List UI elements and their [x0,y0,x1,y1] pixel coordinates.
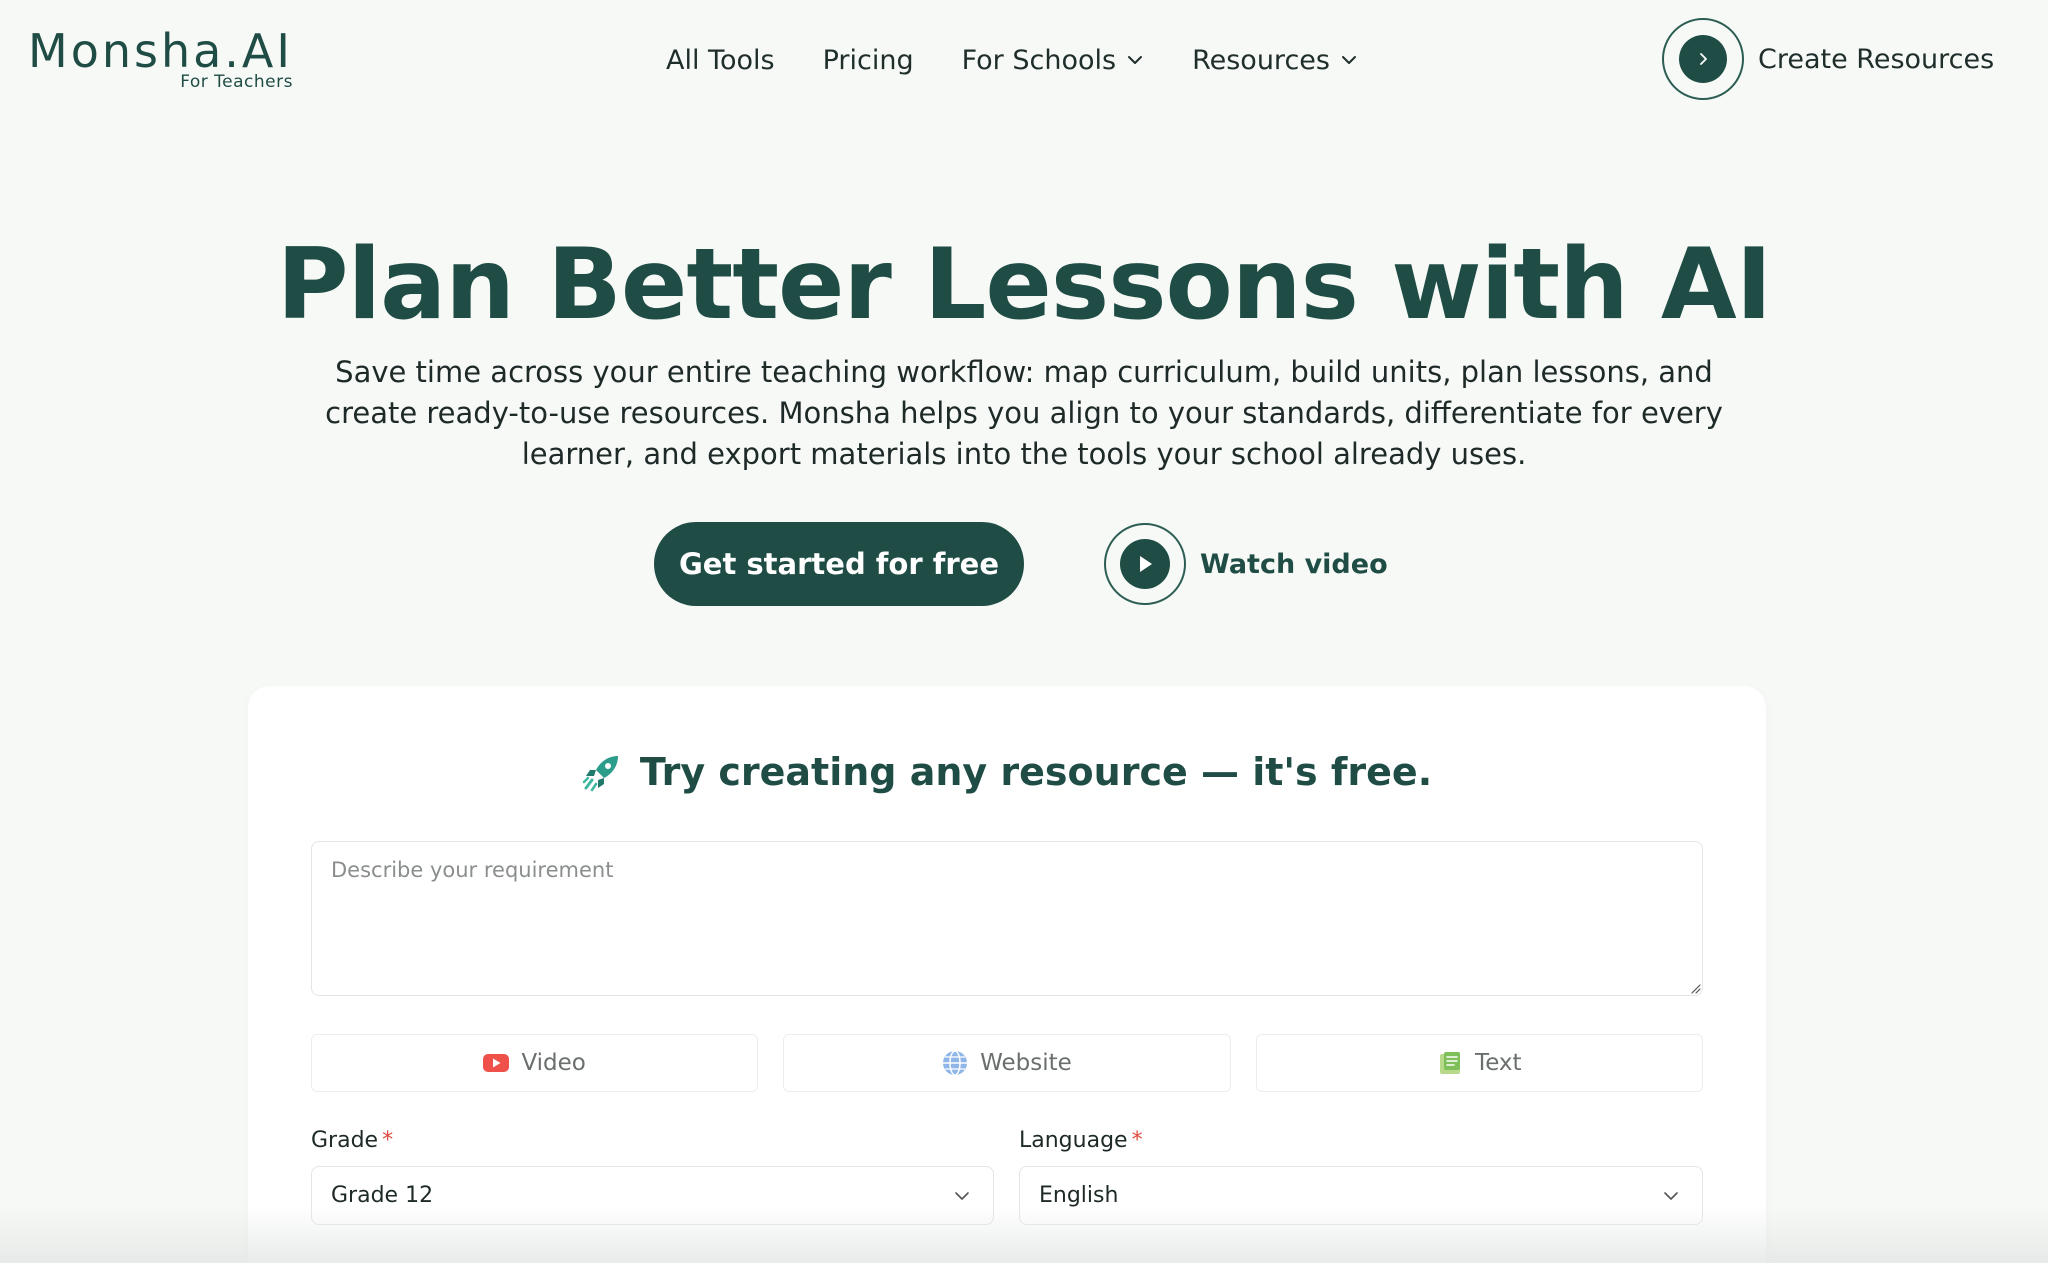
resize-handle-icon[interactable] [1689,982,1701,994]
watch-video-ring [1104,523,1186,605]
nav-item-pricing[interactable]: Pricing [823,45,914,76]
source-video-button[interactable]: Video [311,1034,759,1092]
resource-creator-card: Try creating any resource — it's free. V… [248,686,1766,1263]
chevron-right-icon [1700,53,1707,65]
logo-wordmark: Monsha.AI [28,24,293,78]
rocket-icon [582,756,618,792]
chevron-down-icon [1128,56,1143,64]
page-title: Plan Better Lessons with AI [276,228,1773,342]
create-resources-dot [1679,35,1727,83]
requirement-input[interactable] [311,841,1703,996]
create-resources-label: Create Resources [1758,43,1995,75]
main-nav: All Tools Pricing For Schools Resources [666,40,1406,80]
language-label: Language * [1019,1128,1143,1153]
hero-cta-row: Get started for free Watch video [654,522,1388,606]
watch-video-button[interactable]: Watch video [1104,523,1388,605]
nav-item-label: All Tools [666,44,775,76]
logo[interactable]: Monsha.AI For Teachers [28,24,293,92]
source-website-button[interactable]: Website [783,1034,1231,1092]
globe-icon [943,1050,968,1076]
create-resources-button[interactable]: Create Resources [1662,18,1994,100]
grade-label-text: Grade [311,1128,379,1153]
source-options: Video Website Text [311,1034,1703,1092]
source-text-label: Text [1475,1050,1522,1076]
nav-item-label: For Schools [961,44,1117,76]
nav-item-resources[interactable]: Resources [1192,45,1358,76]
get-started-button[interactable]: Get started for free [654,522,1024,606]
youtube-icon [483,1054,510,1072]
required-mark: * [1131,1128,1143,1153]
play-icon [1140,556,1152,572]
grade-select-value: Grade 12 [331,1183,434,1208]
language-label-text: Language [1019,1128,1128,1153]
grade-select[interactable]: Grade 12 [311,1166,994,1225]
create-resources-ring [1662,18,1744,100]
nav-item-label: Pricing [822,44,914,76]
card-title: Try creating any resource — it's free. [639,750,1433,794]
source-video-label: Video [521,1050,586,1076]
card-header: Try creating any resource — it's free. [248,742,1766,802]
hero-subtitle: Save time across your entire teaching wo… [325,355,1723,471]
watch-video-label: Watch video [1200,548,1388,580]
document-icon [1440,1052,1461,1074]
chevron-down-icon [1664,1191,1678,1200]
nav-item-all-tools[interactable]: All Tools [666,45,775,76]
chevron-down-icon [955,1191,969,1200]
chevron-down-icon [1341,56,1356,64]
grade-label: Grade * [311,1128,393,1153]
language-select-value: English [1039,1183,1119,1208]
required-mark: * [382,1128,394,1153]
source-text-button[interactable]: Text [1255,1034,1703,1092]
watch-video-dot [1120,539,1170,589]
language-select[interactable]: English [1019,1166,1703,1225]
logo-tagline: For Teachers [180,72,293,92]
source-website-label: Website [980,1050,1072,1076]
nav-item-label: Resources [1192,44,1330,76]
nav-item-for-schools[interactable]: For Schools [962,45,1144,76]
